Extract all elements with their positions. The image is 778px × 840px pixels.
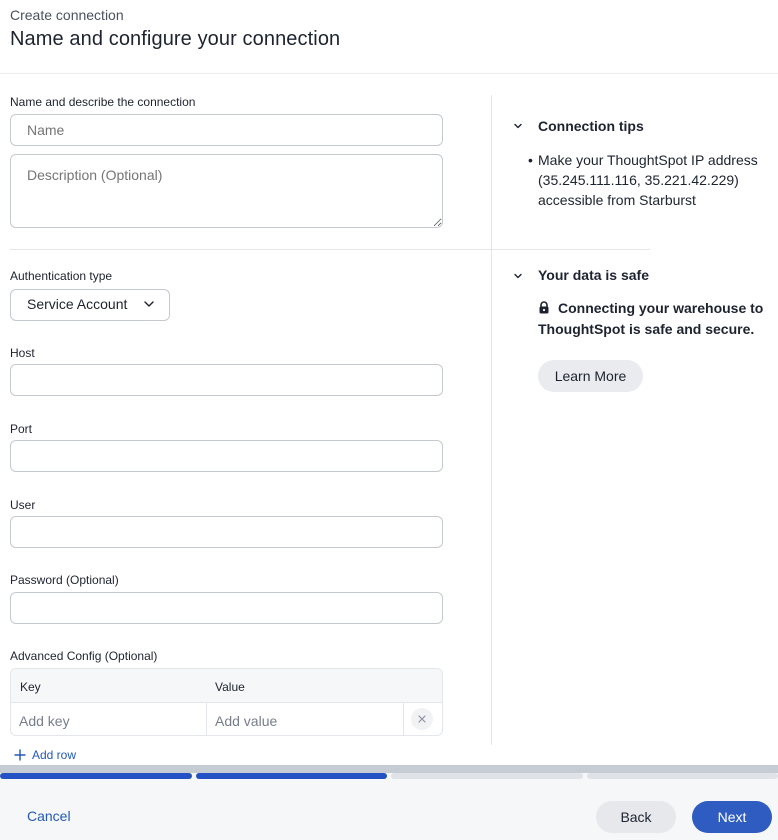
table-header: Key Value xyxy=(11,669,442,703)
progress-step-3 xyxy=(391,773,583,779)
user-label: User xyxy=(10,498,36,512)
add-row-label: Add row xyxy=(32,748,77,762)
connection-tips-title[interactable]: Connection tips xyxy=(538,118,644,134)
key-column-header: Key xyxy=(20,680,41,694)
back-button[interactable]: Back xyxy=(596,801,676,833)
progress-track xyxy=(0,765,778,773)
add-row-button[interactable]: Add row xyxy=(14,748,76,762)
host-input[interactable] xyxy=(10,364,443,396)
learn-more-button[interactable]: Learn More xyxy=(538,360,643,392)
name-section-label: Name and describe the connection xyxy=(10,95,196,109)
auth-type-select[interactable]: Service Account xyxy=(10,289,170,321)
progress-step-1 xyxy=(0,773,192,779)
value-input[interactable]: Add value xyxy=(207,703,403,735)
data-safe-title[interactable]: Your data is safe xyxy=(538,267,649,283)
progress-step-4 xyxy=(586,773,778,779)
description-textarea[interactable] xyxy=(10,154,443,228)
password-label: Password (Optional) xyxy=(10,573,119,587)
close-icon xyxy=(418,715,426,723)
chevron-down-icon[interactable] xyxy=(513,271,523,281)
auth-type-value: Service Account xyxy=(27,296,128,312)
name-input[interactable] xyxy=(10,114,443,146)
vertical-divider xyxy=(491,95,492,745)
footer: Cancel Back Next xyxy=(0,781,778,840)
advanced-config-table: Key Value Add key Add value xyxy=(10,668,443,736)
column-separator xyxy=(403,703,404,735)
port-input[interactable] xyxy=(10,440,443,472)
section-divider xyxy=(10,249,650,250)
page-title: Name and configure your connection xyxy=(10,28,341,50)
tip-text: Make your ThoughtSpot IP address (35.245… xyxy=(538,152,758,208)
step-progress xyxy=(0,765,778,781)
host-label: Host xyxy=(10,346,35,360)
page-header: Create connection Name and configure you… xyxy=(0,0,778,74)
plus-icon xyxy=(14,749,26,761)
user-input[interactable] xyxy=(10,516,443,548)
data-safe-text: Connecting your warehouse to ThoughtSpot… xyxy=(538,300,764,337)
page-subtitle: Create connection xyxy=(10,7,124,23)
chevron-down-icon xyxy=(144,301,154,307)
value-column-header: Value xyxy=(215,680,245,694)
cancel-button[interactable]: Cancel xyxy=(27,808,71,824)
key-input[interactable]: Add key xyxy=(11,703,206,735)
advanced-config-label: Advanced Config (Optional) xyxy=(10,649,158,663)
tip-bullet: • xyxy=(528,152,533,168)
data-safe-message: Connecting your warehouse to ThoughtSpot… xyxy=(538,298,778,340)
auth-type-label: Authentication type xyxy=(10,269,113,283)
password-input[interactable] xyxy=(10,592,443,624)
chevron-down-icon[interactable] xyxy=(513,121,523,131)
next-button[interactable]: Next xyxy=(692,801,772,833)
lock-icon xyxy=(539,301,549,314)
remove-row-button[interactable] xyxy=(411,708,433,730)
progress-step-2 xyxy=(195,773,387,779)
port-label: Port xyxy=(10,422,33,436)
